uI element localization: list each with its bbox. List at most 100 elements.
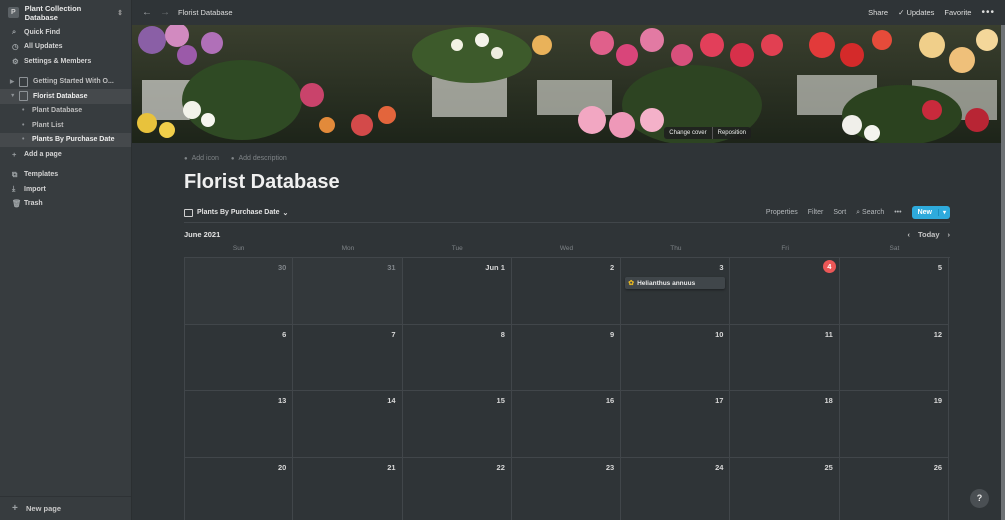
calendar-day-cell[interactable]: 8 bbox=[402, 324, 512, 391]
calendar-day-cell[interactable]: 6 bbox=[184, 324, 294, 391]
calendar-day-cell[interactable]: 3 ✿ Helianthus annuus bbox=[621, 258, 731, 325]
calendar-day-cell[interactable]: 24 bbox=[621, 457, 731, 520]
calendar-day-cell[interactable]: 12 bbox=[839, 324, 950, 391]
updates-button[interactable]: ✓ Updates bbox=[898, 8, 934, 17]
calendar-event-card[interactable]: ✿ Helianthus annuus bbox=[625, 277, 726, 289]
calendar-day-cell[interactable]: 16 bbox=[511, 391, 622, 458]
sidebar-subpage-plant-database[interactable]: • Plant Database bbox=[0, 104, 131, 119]
sidebar-item-trash[interactable]: 🗑 Trash bbox=[0, 197, 131, 212]
import-icon: ⤓ bbox=[12, 184, 16, 194]
calendar-day-cell[interactable]: 15 bbox=[402, 391, 512, 458]
calendar-icon bbox=[184, 208, 193, 217]
sidebar-item-all-updates[interactable]: ◷ All Updates bbox=[0, 40, 131, 55]
previous-month-icon[interactable]: ‹ bbox=[907, 230, 910, 239]
sidebar-page-getting-started[interactable]: ▶ Getting Started With O... bbox=[0, 75, 131, 90]
workspace-switcher[interactable]: P Plant Collection Database ⇕ bbox=[0, 0, 131, 25]
calendar-day-cell[interactable]: 25 bbox=[730, 457, 840, 520]
sidebar-page-florist-database[interactable]: ▼ Florist Database bbox=[0, 89, 131, 104]
next-month-icon[interactable]: › bbox=[948, 230, 951, 239]
sidebar-subpage-label: Plant List bbox=[32, 121, 64, 129]
add-page-button[interactable]: + Add a page bbox=[0, 147, 131, 162]
view-more-icon[interactable]: ••• bbox=[894, 209, 901, 216]
sidebar-subpage-plant-list[interactable]: • Plant List bbox=[0, 118, 131, 133]
bullet-icon: • bbox=[22, 136, 25, 144]
sidebar-item-quick-find[interactable]: ⌕ Quick Find bbox=[0, 25, 131, 40]
filter-button[interactable]: Filter bbox=[808, 209, 824, 216]
day-number: 26 bbox=[933, 462, 943, 472]
day-number: 20 bbox=[277, 462, 287, 472]
day-number: 21 bbox=[387, 462, 396, 472]
calendar-day-cell[interactable]: 18 bbox=[730, 391, 840, 458]
day-number: 18 bbox=[824, 396, 833, 405]
day-number: 7 bbox=[391, 329, 396, 339]
sidebar-page-label: Getting Started With O... bbox=[33, 78, 114, 86]
calendar-day-cell[interactable]: 5 bbox=[839, 258, 950, 325]
calendar-day-cell[interactable]: Jun 1 bbox=[402, 258, 512, 325]
reposition-button[interactable]: Reposition bbox=[712, 127, 751, 139]
sunflower-icon: ✿ bbox=[628, 280, 635, 287]
calendar-day-cell[interactable]: 11 bbox=[730, 324, 840, 391]
calendar-day-cell[interactable]: 14 bbox=[293, 391, 403, 458]
page-title[interactable]: Florist Database bbox=[184, 171, 950, 195]
calendar-day-cell[interactable]: 26 bbox=[839, 457, 950, 520]
add-page-label: Add a page bbox=[24, 150, 62, 158]
add-icon-button[interactable]: Add icon bbox=[184, 155, 219, 162]
weekday-label: Sat bbox=[889, 245, 900, 252]
today-date-badge: 4 bbox=[822, 260, 836, 273]
calendar-day-cell[interactable]: 23 bbox=[511, 457, 622, 520]
calendar-day-cell[interactable]: 9 bbox=[511, 324, 622, 391]
help-button[interactable]: ? bbox=[970, 489, 989, 508]
calendar-day-cell[interactable]: 19 bbox=[839, 391, 950, 458]
properties-button[interactable]: Properties bbox=[766, 209, 798, 216]
triangle-down-icon[interactable]: ▼ bbox=[10, 93, 19, 99]
calendar-day-cell[interactable]: 13 bbox=[184, 391, 294, 458]
back-arrow-icon[interactable]: ← bbox=[142, 7, 152, 18]
calendar-day-cell[interactable]: 21 bbox=[293, 457, 403, 520]
plus-icon: + bbox=[12, 149, 17, 159]
weekday-label: Wed bbox=[559, 245, 574, 252]
add-description-button[interactable]: Add description bbox=[231, 155, 287, 162]
breadcrumb[interactable]: Florist Database bbox=[178, 8, 233, 17]
today-button[interactable]: Today bbox=[918, 230, 940, 239]
page-icon bbox=[19, 76, 28, 87]
sidebar-item-templates[interactable]: ⧉ Templates bbox=[0, 168, 131, 183]
sidebar-page-label: Florist Database bbox=[33, 92, 88, 100]
calendar-day-cell[interactable]: 7 bbox=[293, 324, 403, 391]
database-view-bar: Plants By Purchase Date ⌄ Properties Fil… bbox=[184, 203, 950, 223]
forward-arrow-icon[interactable]: → bbox=[160, 7, 170, 18]
weekday-label: Tue bbox=[451, 245, 463, 252]
day-number: Jun 1 bbox=[485, 263, 505, 272]
new-page-button[interactable]: + New page bbox=[0, 496, 131, 520]
day-number: 5 bbox=[937, 263, 943, 272]
flower-shop-cover-illustration bbox=[132, 25, 1001, 143]
clock-icon: ◷ bbox=[12, 42, 19, 52]
day-number: 15 bbox=[496, 396, 505, 405]
chevron-down-icon[interactable]: ▾ bbox=[939, 209, 950, 216]
share-button[interactable]: Share bbox=[868, 8, 888, 17]
sidebar-item-settings[interactable]: ⚙ Settings & Members bbox=[0, 54, 131, 69]
workspace-name: Plant Collection Database bbox=[24, 3, 82, 22]
triangle-right-icon[interactable]: ▶ bbox=[10, 79, 19, 85]
new-button[interactable]: New ▾ bbox=[911, 206, 950, 219]
sidebar-item-import[interactable]: ⤓ Import bbox=[0, 182, 131, 197]
calendar-day-cell[interactable]: 4 bbox=[730, 258, 840, 325]
day-number: 9 bbox=[610, 329, 615, 339]
calendar-day-cell[interactable]: 31 bbox=[293, 258, 403, 325]
day-number: 12 bbox=[933, 329, 943, 339]
day-number: 17 bbox=[715, 396, 724, 405]
favorite-button[interactable]: Favorite bbox=[944, 8, 971, 17]
calendar-day-cell[interactable]: 17 bbox=[621, 391, 731, 458]
updates-label: Updates bbox=[906, 8, 935, 17]
calendar-day-cell[interactable]: 22 bbox=[402, 457, 512, 520]
change-cover-button[interactable]: Change cover bbox=[664, 127, 713, 139]
search-button[interactable]: ⌕ Search bbox=[856, 209, 884, 217]
more-options-icon[interactable]: ••• bbox=[981, 7, 995, 18]
calendar-day-cell[interactable]: 20 bbox=[184, 457, 294, 520]
scrollbar[interactable] bbox=[1001, 25, 1005, 520]
sort-button[interactable]: Sort bbox=[833, 209, 846, 216]
calendar-day-cell[interactable]: 30 bbox=[184, 258, 294, 325]
view-selector[interactable]: Plants By Purchase Date ⌄ bbox=[184, 208, 288, 217]
calendar-day-cell[interactable]: 2 bbox=[511, 258, 622, 325]
sidebar-subpage-plants-by-purchase-date[interactable]: • Plants By Purchase Date bbox=[0, 132, 131, 147]
calendar-day-cell[interactable]: 10 bbox=[621, 324, 731, 391]
